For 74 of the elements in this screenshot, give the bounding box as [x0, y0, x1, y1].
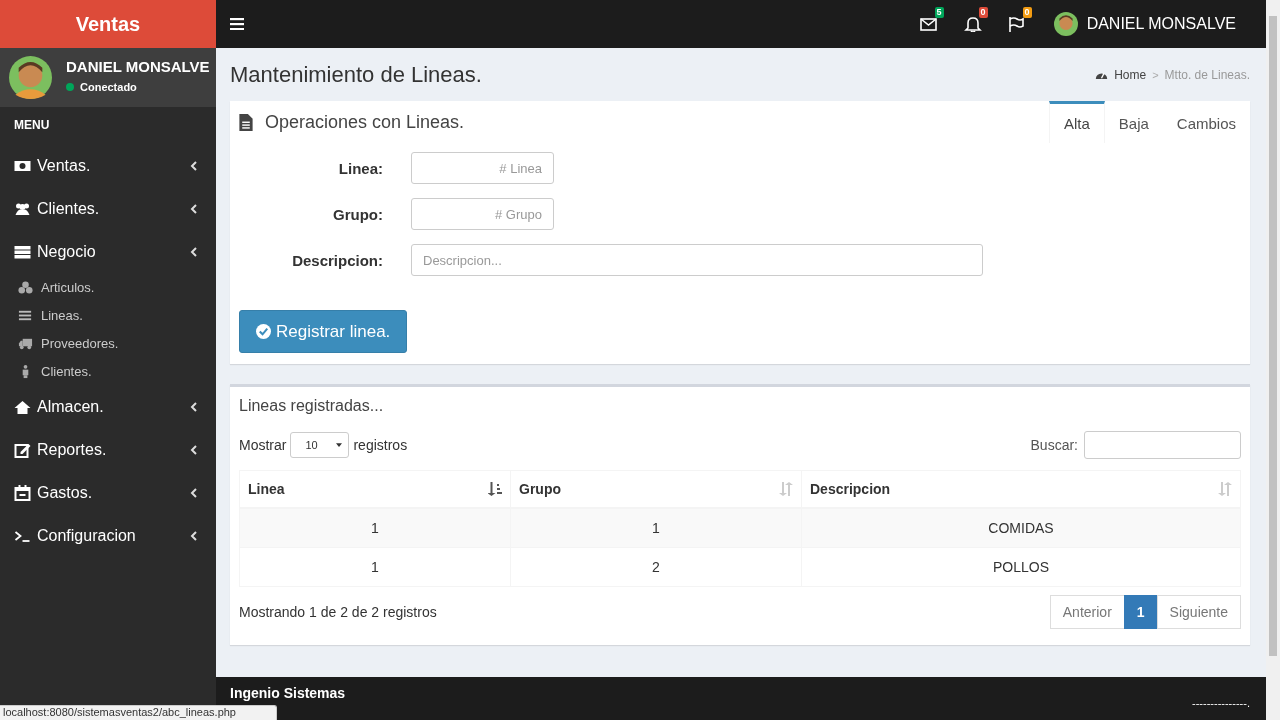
- chevron-icon: [190, 246, 198, 257]
- footer-text: ---------------.: [1192, 697, 1250, 709]
- table-cell: COMIDAS: [801, 508, 1241, 548]
- table-cell: 1: [239, 547, 511, 587]
- flag-icon[interactable]: [1007, 16, 1026, 32]
- sidebar-item[interactable]: Clientes.: [0, 187, 216, 230]
- user-status: Conectado: [80, 81, 137, 93]
- chevron-icon: [190, 203, 198, 214]
- bell-icon[interactable]: [963, 16, 982, 32]
- footer-text: Ingenio Sistemas: [230, 685, 346, 701]
- submenu-item[interactable]: Lineas.: [0, 301, 216, 329]
- length-label: Mostrar: [239, 437, 287, 453]
- check-icon: [256, 324, 271, 339]
- pagination-button[interactable]: Anterior: [1049, 595, 1125, 629]
- submenu-item[interactable]: Proveedores.: [0, 329, 216, 357]
- notification-badge: 0: [978, 7, 988, 18]
- search-label: Buscar:: [1030, 437, 1078, 453]
- cubes-icon: [18, 279, 33, 295]
- user-name[interactable]: DANIEL MONSALVE: [1086, 15, 1236, 33]
- table-cell: POLLOS: [801, 547, 1241, 587]
- sidebar-item[interactable]: Ventas.: [0, 144, 216, 187]
- notification-badge: 0: [1022, 7, 1032, 18]
- pagination-button[interactable]: 1: [1123, 595, 1158, 629]
- chevron-icon: [190, 487, 198, 498]
- field-label: Linea:: [337, 159, 383, 177]
- chevron-icon: [190, 160, 198, 171]
- field-label: Descripcion:: [291, 251, 383, 269]
- calendar-icon: [14, 484, 31, 501]
- sidebar-item[interactable]: Almacen.: [0, 385, 216, 428]
- envelope-icon[interactable]: [919, 16, 938, 32]
- scrollbar[interactable]: [1266, 0, 1280, 720]
- breadcrumb-separator: >: [1152, 68, 1159, 81]
- menu-icon[interactable]: [230, 18, 244, 30]
- table-info: Mostrando 1 de 2 de 2 registros: [239, 604, 437, 620]
- length-label: registros: [353, 437, 408, 453]
- table-cell: 1: [510, 508, 802, 548]
- document-icon: [239, 113, 253, 131]
- tab[interactable]: Alta: [1048, 101, 1105, 143]
- chevron-icon: [190, 444, 198, 455]
- page-size-select[interactable]: 10: [290, 432, 350, 458]
- avatar[interactable]: [1053, 12, 1078, 36]
- tab[interactable]: Baja: [1104, 101, 1163, 143]
- search-field[interactable]: [1084, 431, 1241, 459]
- panel-title: Lineas registradas...: [239, 396, 385, 416]
- menu-header: MENU: [13, 117, 51, 134]
- tab[interactable]: Cambios: [1162, 101, 1250, 143]
- sidebar-item[interactable]: Gastos.: [0, 471, 216, 514]
- input-field[interactable]: Descripcion...: [411, 244, 983, 276]
- sidebar-item[interactable]: Negocio: [0, 230, 216, 273]
- submit-button[interactable]: Registrar linea.: [239, 310, 408, 353]
- pagination-button[interactable]: Siguiente: [1156, 595, 1241, 629]
- sidebar-item[interactable]: Configuracion: [0, 514, 216, 557]
- input-field[interactable]: # Linea: [411, 152, 554, 184]
- server-icon: [14, 243, 31, 260]
- chevron-icon: [190, 401, 198, 412]
- panel-title: Operaciones con Lineas.: [265, 111, 465, 133]
- edit-icon: [14, 441, 31, 458]
- brand-logo[interactable]: Ventas: [0, 0, 216, 48]
- page-title: Mantenimiento de Lineas.: [230, 61, 483, 88]
- avatar: [9, 56, 52, 99]
- chevron-icon: [190, 530, 198, 541]
- status-url: localhost:8080/sistemasventas2/abc_lineas.php: [0, 705, 277, 720]
- submenu-item[interactable]: Clientes.: [0, 357, 216, 385]
- user-name: DANIEL MONSALVE: [66, 58, 210, 75]
- table-cell: 2: [510, 547, 802, 587]
- home-icon: [14, 398, 31, 415]
- table-cell: 1: [239, 508, 511, 548]
- notification-badge: 5: [934, 7, 944, 18]
- sidebar-item[interactable]: Reportes.: [0, 428, 216, 471]
- submenu-item[interactable]: Articulos.: [0, 273, 216, 301]
- caret-icon: [336, 443, 343, 447]
- breadcrumb-link[interactable]: Home: [1114, 67, 1147, 82]
- field-label: Grupo:: [332, 205, 383, 223]
- input-field[interactable]: # Grupo: [411, 198, 554, 230]
